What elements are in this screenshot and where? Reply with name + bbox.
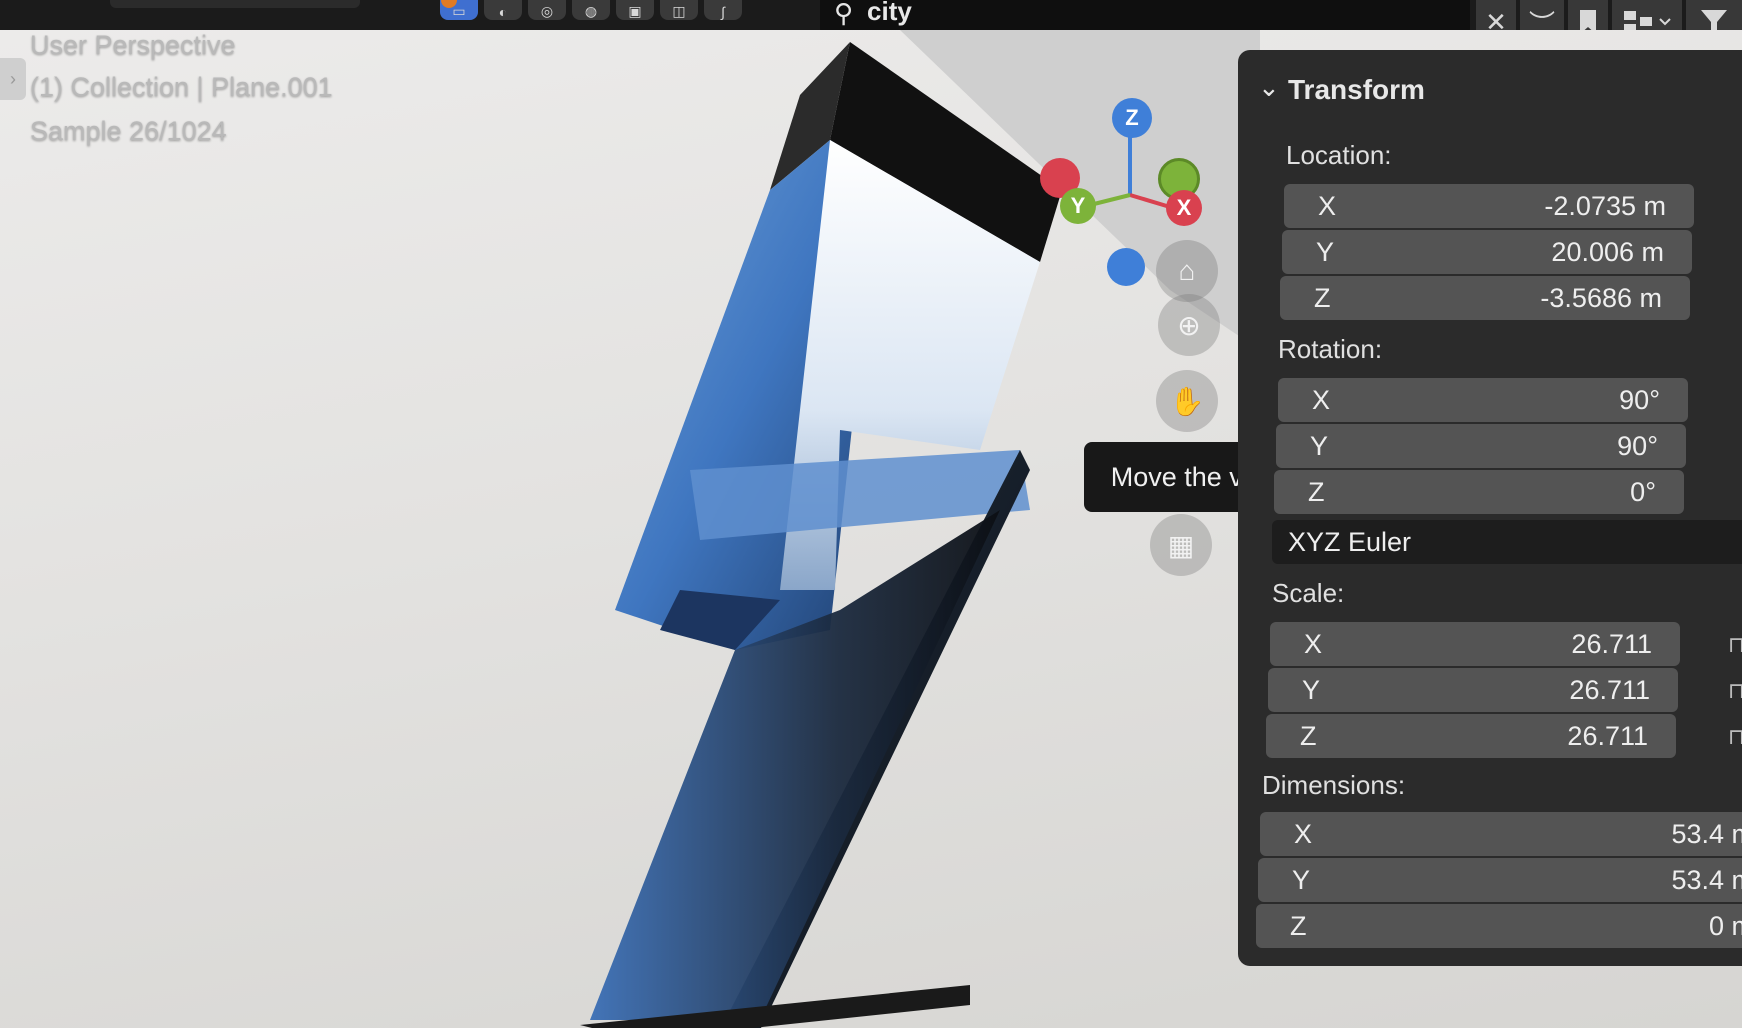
sidebar-properties-panel: ⌄ Transform Location: X -2.0735 m Y 20.0… <box>1238 50 1742 966</box>
field-value: 53.4 m <box>1671 864 1742 895</box>
field-value: 53.4 m <box>1671 818 1742 849</box>
location-y-field[interactable]: Y 20.006 m <box>1282 230 1692 274</box>
zoom-button[interactable]: ⊕ <box>1158 294 1220 356</box>
dimensions-z-field[interactable]: Z 0 m <box>1256 904 1742 948</box>
search-icon: ⚲ <box>834 0 854 28</box>
rotation-x-field[interactable]: X 90° <box>1278 378 1688 422</box>
camera-icon: ⌂ <box>1178 255 1196 286</box>
field-value: 20.006 m <box>1551 236 1664 267</box>
axis-label: Y <box>1316 236 1335 267</box>
axis-label: Z <box>1314 282 1331 313</box>
rotation-mode-dropdown[interactable]: XYZ Euler <box>1272 520 1742 564</box>
transform-header[interactable]: Transform <box>1288 74 1425 106</box>
render-sample-label: Sample 26/1024 <box>30 116 227 146</box>
field-value: 90° <box>1619 384 1660 415</box>
scale-y-field[interactable]: Y 26.711 <box>1268 668 1678 712</box>
location-label: Location: <box>1286 140 1392 170</box>
collection-label: (1) Collection | Plane.001 <box>30 72 333 102</box>
axis-label: Z <box>1290 910 1307 941</box>
gizmo-y-label: Y <box>1070 193 1086 218</box>
move-view-icon: ✋ <box>1169 385 1205 417</box>
axis-label: Z <box>1300 720 1317 751</box>
viewport-shading-group: ▭ ◐ ◎ ◍ ▣ ◫ ∫ <box>440 0 742 22</box>
globe-icon[interactable]: ◍ <box>572 0 610 20</box>
axis-label: X <box>1304 628 1323 659</box>
gizmo-x-label: X <box>1176 195 1192 220</box>
rotation-y-field[interactable]: Y 90° <box>1276 424 1686 468</box>
view-mode-label: User Perspective <box>30 30 236 60</box>
toolbar-toggle[interactable]: › <box>0 58 26 100</box>
field-value: 0 m <box>1708 910 1742 941</box>
field-value: 0° <box>1630 476 1656 507</box>
rotation-z-field[interactable]: Z 0° <box>1274 470 1684 514</box>
overlay-icon[interactable]: ◫ <box>660 0 698 20</box>
grid-icon: ▦ <box>1167 529 1195 561</box>
circle-dots-icon[interactable]: ◎ <box>528 0 566 20</box>
axis-label: X <box>1312 384 1331 415</box>
axis-label: Y <box>1302 674 1321 705</box>
image-icon[interactable]: ▣ <box>616 0 654 20</box>
location-z-field[interactable]: Z -3.5686 m <box>1280 276 1690 320</box>
header-strip <box>110 0 360 8</box>
gizmo-x-axis[interactable]: X <box>1166 190 1202 226</box>
dimensions-y-field[interactable]: Y 53.4 m <box>1258 858 1742 902</box>
move-view-button[interactable]: ✋ <box>1156 370 1218 432</box>
scale-label: Scale: <box>1272 578 1345 608</box>
toggle-ortho-button[interactable]: ▦ <box>1150 514 1212 576</box>
field-value: 26.711 <box>1567 720 1648 751</box>
field-value: -3.5686 m <box>1540 282 1662 313</box>
lock-icon[interactable]: ⊓ <box>1728 724 1742 750</box>
dimensions-label: Dimensions: <box>1262 770 1406 800</box>
zoom-icon: ⊕ <box>1177 309 1201 341</box>
field-value: 26.711 <box>1571 628 1652 659</box>
search-text: city <box>867 0 912 26</box>
gizmo-z-label: Z <box>1125 105 1139 130</box>
axis-label: Y <box>1310 430 1329 461</box>
field-value: 90° <box>1617 430 1658 461</box>
field-value: 26.711 <box>1569 674 1650 705</box>
gizmo-z-axis[interactable]: Z <box>1112 98 1152 138</box>
axis-label: Z <box>1308 476 1325 507</box>
gizmo-neg-z-axis[interactable] <box>1107 248 1145 286</box>
lock-icon[interactable]: ⊓ <box>1728 678 1742 704</box>
axis-label: X <box>1318 190 1337 221</box>
rotation-label: Rotation: <box>1278 334 1383 364</box>
sphere-icon[interactable]: ◐ <box>484 0 522 20</box>
field-value: -2.0735 m <box>1544 190 1666 221</box>
scale-z-field[interactable]: Z 26.711 <box>1266 714 1676 758</box>
scale-x-field[interactable]: X 26.711 <box>1270 622 1680 666</box>
gizmo-y-axis[interactable]: Y <box>1060 188 1096 224</box>
camera-view-button[interactable]: ⌂ <box>1156 240 1218 302</box>
chevron-down-icon[interactable]: ⌄ <box>1258 72 1280 103</box>
rotation-mode-value: XYZ Euler <box>1288 526 1412 557</box>
location-x-field[interactable]: X -2.0735 m <box>1284 184 1694 228</box>
dimensions-x-field[interactable]: X 53.4 m <box>1260 812 1742 856</box>
curve-icon[interactable]: ∫ <box>704 0 742 20</box>
lock-icon[interactable]: ⊓ <box>1728 632 1742 658</box>
axis-label: X <box>1294 818 1313 849</box>
axis-label: Y <box>1292 864 1311 895</box>
